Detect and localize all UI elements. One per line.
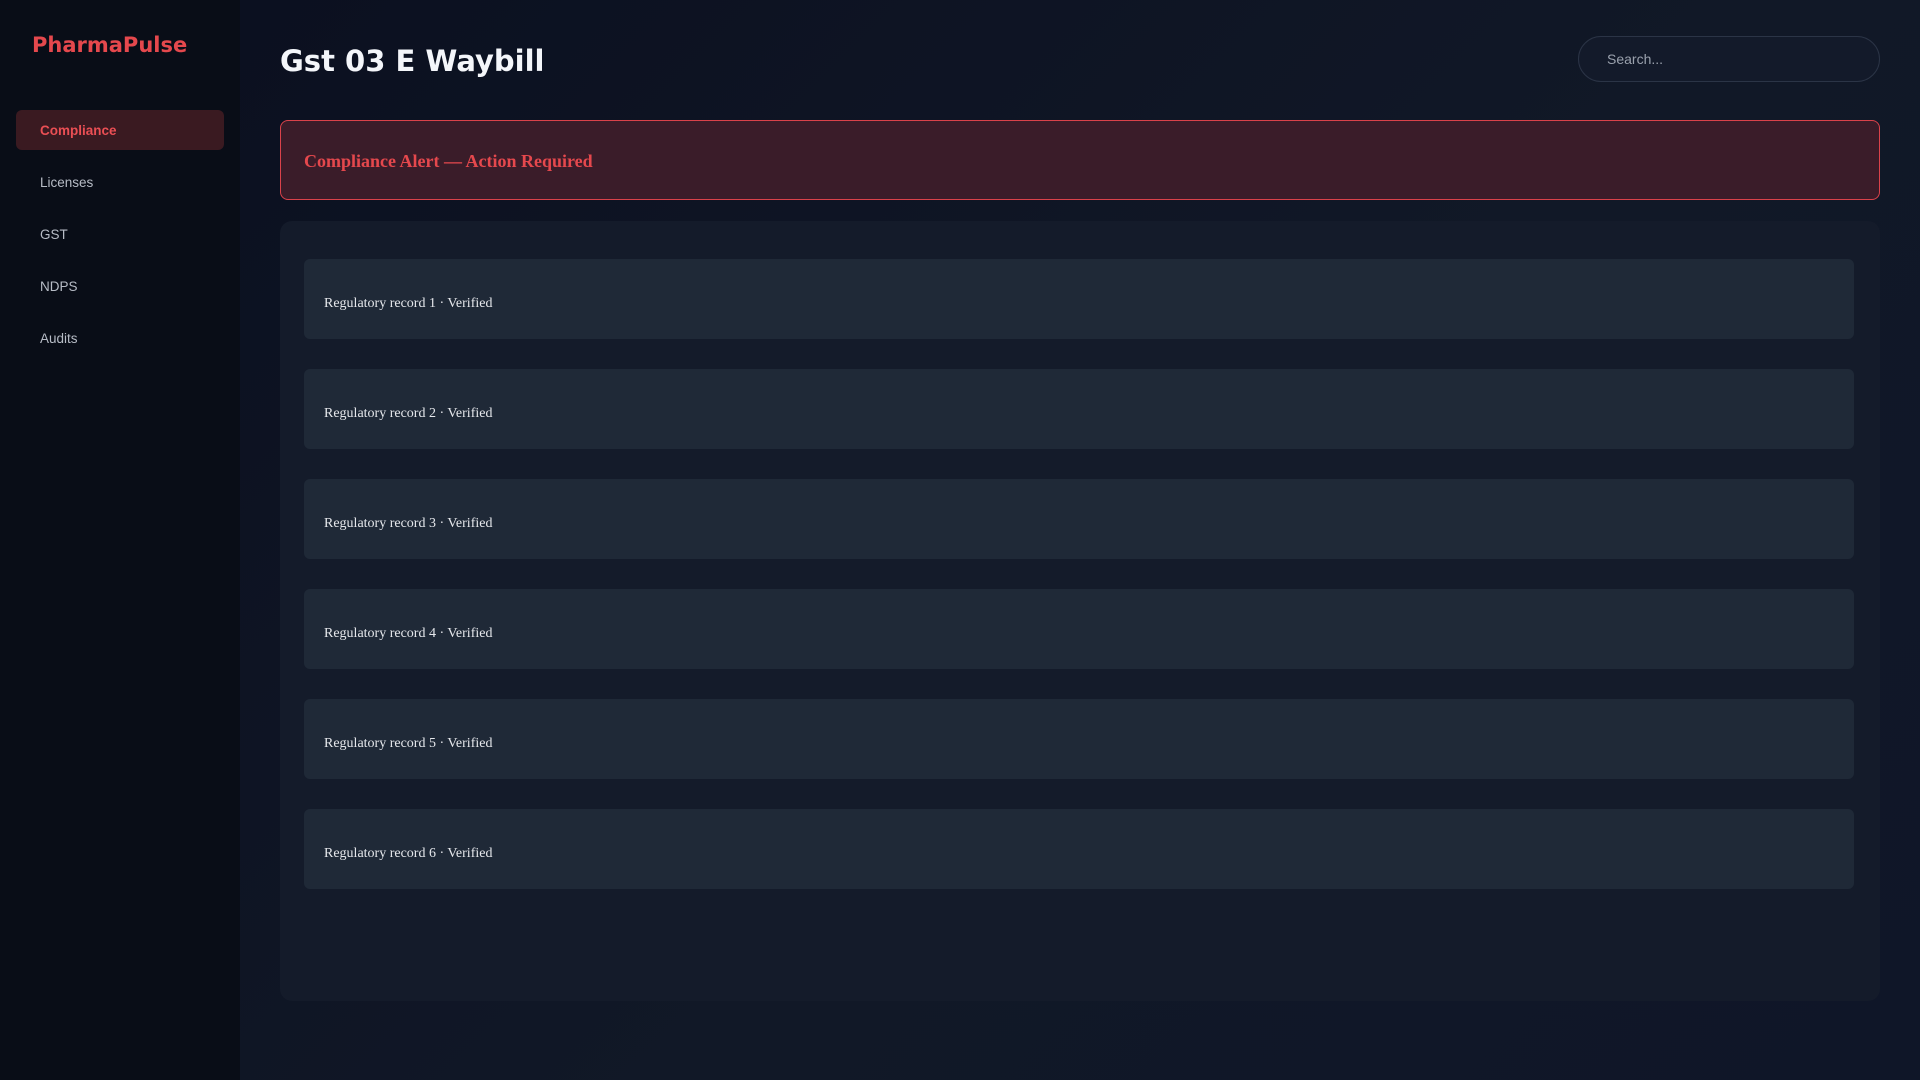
sidebar-item-label: GST <box>40 226 68 242</box>
sidebar-item-ndps[interactable]: NDPS <box>16 266 224 306</box>
compliance-alert-banner: Compliance Alert — Action Required <box>280 120 1880 200</box>
list-item[interactable]: Regulatory record 4 · Verified <box>304 589 1854 669</box>
top-bar: Gst 03 E Waybill <box>280 36 1880 84</box>
record-text: Regulatory record 6 · Verified <box>324 846 493 861</box>
sidebar-item-audits[interactable]: Audits <box>16 318 224 358</box>
list-item[interactable]: Regulatory record 2 · Verified <box>304 369 1854 449</box>
record-text: Regulatory record 5 · Verified <box>324 736 493 751</box>
sidebar-item-label: NDPS <box>40 278 78 294</box>
list-item[interactable]: Regulatory record 1 · Verified <box>304 259 1854 339</box>
brand-logo[interactable]: PharmaPulse <box>16 32 224 58</box>
list-item[interactable]: Regulatory record 5 · Verified <box>304 699 1854 779</box>
record-text: Regulatory record 2 · Verified <box>324 406 493 421</box>
sidebar-item-gst[interactable]: GST <box>16 214 224 254</box>
sidebar-item-compliance[interactable]: Compliance <box>16 110 224 150</box>
sidebar-nav: Compliance Licenses GST NDPS Audits <box>16 110 224 358</box>
main-content: Gst 03 E Waybill Compliance Alert — Acti… <box>240 0 1920 1080</box>
alert-text: Compliance Alert — Action Required <box>304 151 593 171</box>
sidebar: PharmaPulse Compliance Licenses GST NDPS… <box>0 0 240 1080</box>
search-input[interactable] <box>1578 36 1880 82</box>
record-text: Regulatory record 4 · Verified <box>324 626 493 641</box>
record-text: Regulatory record 3 · Verified <box>324 516 493 531</box>
sidebar-item-licenses[interactable]: Licenses <box>16 162 224 202</box>
list-item[interactable]: Regulatory record 3 · Verified <box>304 479 1854 559</box>
records-panel: Regulatory record 1 · Verified Regulator… <box>280 221 1880 1001</box>
page-title: Gst 03 E Waybill <box>280 44 545 78</box>
sidebar-item-label: Compliance <box>40 122 117 138</box>
sidebar-item-label: Licenses <box>40 174 94 190</box>
record-text: Regulatory record 1 · Verified <box>324 296 493 311</box>
sidebar-item-label: Audits <box>40 330 78 346</box>
app-root: PharmaPulse Compliance Licenses GST NDPS… <box>0 0 1920 1080</box>
list-item[interactable]: Regulatory record 6 · Verified <box>304 809 1854 889</box>
